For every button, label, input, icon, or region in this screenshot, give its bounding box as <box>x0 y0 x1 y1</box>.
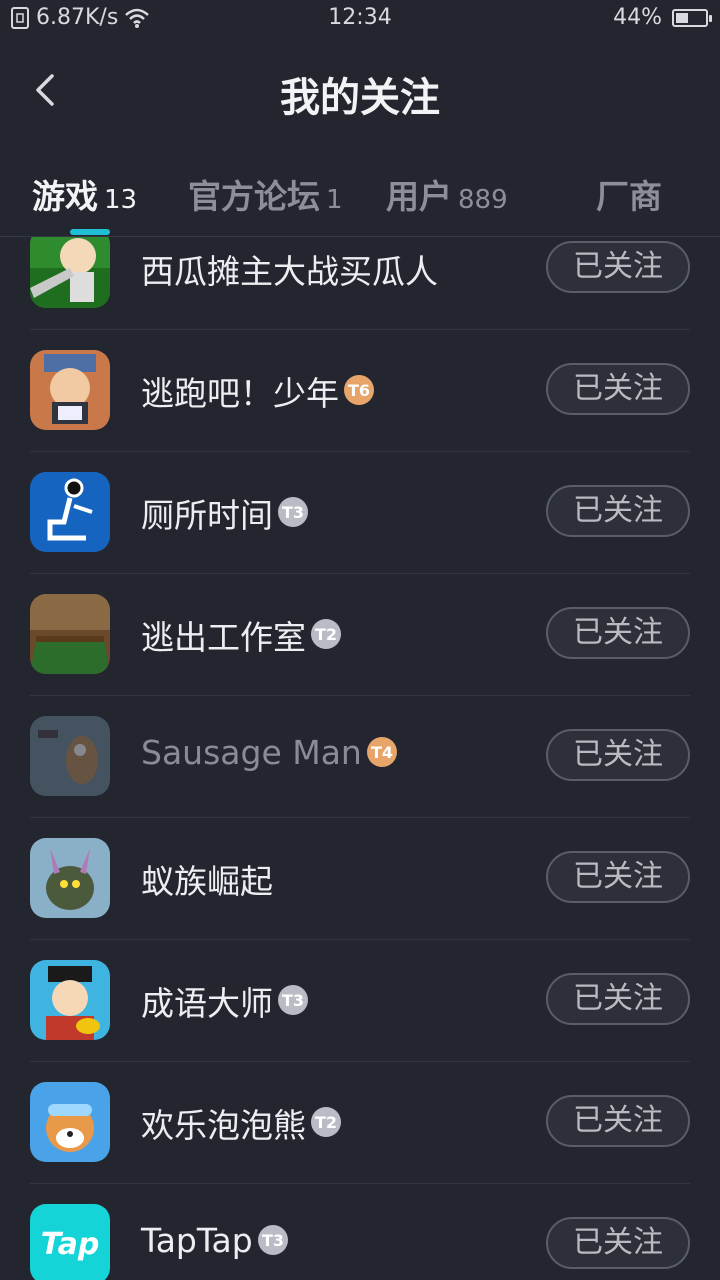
followed-button[interactable]: 已关注 <box>546 851 690 903</box>
level-badge-icon: T4 <box>366 736 400 770</box>
tab-vendors[interactable]: 厂商 <box>596 170 662 218</box>
toilet-time-icon <box>30 472 110 552</box>
game-name-text: 逃出工作室 <box>141 618 306 657</box>
game-name-text: 蚁族崛起 <box>141 862 273 901</box>
escape-boy-icon <box>30 350 110 430</box>
badge-text: T4 <box>371 743 393 762</box>
game-name: 逃跑吧！少年 T6 <box>141 367 377 415</box>
game-name-text: 成语大师 <box>141 984 273 1023</box>
battery-icon <box>672 8 712 27</box>
list-item[interactable]: Tap TapTap T3 已关注 <box>30 1183 690 1280</box>
battery-percent: 44% <box>613 5 662 30</box>
game-name: TapTap T3 <box>141 1221 291 1260</box>
game-name-text: TapTap <box>141 1221 253 1260</box>
tab-label: 厂商 <box>596 177 662 216</box>
idiom-master-icon <box>30 960 110 1040</box>
tab-count: 13 <box>104 185 138 215</box>
level-badge-icon: T3 <box>277 984 311 1018</box>
game-name-text: 欢乐泡泡熊 <box>141 1106 306 1145</box>
followed-button[interactable]: 已关注 <box>546 241 690 293</box>
followed-button[interactable]: 已关注 <box>546 1217 690 1269</box>
tab-official-forum[interactable]: 官方论坛 1 <box>188 170 343 218</box>
watermelon-game-icon <box>30 237 110 308</box>
game-name-text: 西瓜摊主大战买瓜人 <box>141 252 438 291</box>
tab-games[interactable]: 游戏 13 <box>32 170 137 218</box>
badge-text: T6 <box>348 381 370 400</box>
tab-count: 889 <box>458 185 508 215</box>
followed-button[interactable]: 已关注 <box>546 1095 690 1147</box>
game-name: 成语大师 T3 <box>141 977 311 1025</box>
bubble-bear-icon <box>30 1082 110 1162</box>
badge-text: T2 <box>315 1113 337 1132</box>
escape-studio-icon <box>30 594 110 674</box>
clock: 12:34 <box>328 5 392 30</box>
game-name: 欢乐泡泡熊 T2 <box>141 1099 344 1147</box>
status-bar: 6.87K/s 12:34 44% <box>0 0 720 38</box>
list-item[interactable]: 成语大师 T3 已关注 <box>30 939 690 1062</box>
tab-label: 官方论坛 <box>188 177 320 216</box>
sausage-man-icon <box>30 716 110 796</box>
tab-label: 用户 <box>386 177 452 216</box>
tab-users[interactable]: 用户 889 <box>386 170 508 218</box>
badge-text: T2 <box>315 625 337 644</box>
badge-text: T3 <box>282 503 304 522</box>
tab-indicator <box>70 229 110 235</box>
game-name: 西瓜摊主大战买瓜人 <box>141 245 438 293</box>
taptap-logo-text: Tap <box>41 1227 100 1262</box>
level-badge-icon: T3 <box>277 496 311 530</box>
game-name: 厕所时间 T3 <box>141 489 311 537</box>
followed-button[interactable]: 已关注 <box>546 607 690 659</box>
badge-text: T3 <box>282 991 304 1010</box>
list-item[interactable]: 逃跑吧！少年 T6 已关注 <box>30 329 690 452</box>
followed-button[interactable]: 已关注 <box>546 485 690 537</box>
list-item[interactable]: 欢乐泡泡熊 T2 已关注 <box>30 1061 690 1184</box>
followed-button[interactable]: 已关注 <box>546 973 690 1025</box>
header: 我的关注 <box>0 40 720 140</box>
level-badge-icon: T3 <box>257 1224 291 1258</box>
game-name-text: Sausage Man <box>141 733 362 772</box>
list-item[interactable]: 西瓜摊主大战买瓜人 已关注 <box>30 237 690 330</box>
tab-count: 1 <box>326 185 343 215</box>
game-name: Sausage Man T4 <box>141 733 400 772</box>
list-item[interactable]: 厕所时间 T3 已关注 <box>30 451 690 574</box>
tab-label: 游戏 <box>32 177 98 216</box>
level-badge-icon: T2 <box>310 1106 344 1140</box>
taptap-icon: Tap <box>30 1204 110 1280</box>
tab-bar: 游戏 13 官方论坛 1 用户 889 厂商 <box>0 150 720 237</box>
badge-text: T3 <box>262 1231 284 1250</box>
list-item[interactable]: 蚁族崛起 已关注 <box>30 817 690 940</box>
game-name-text: 逃跑吧！少年 <box>141 374 339 413</box>
level-badge-icon: T6 <box>343 374 377 408</box>
followed-button[interactable]: 已关注 <box>546 729 690 781</box>
list-item[interactable]: Sausage Man T4 已关注 <box>30 695 690 818</box>
followed-button[interactable]: 已关注 <box>546 363 690 415</box>
game-name-text: 厕所时间 <box>141 496 273 535</box>
followed-games-list: 西瓜摊主大战买瓜人 已关注 逃跑吧！少年 T6 已关注 厕所时间 T3 已关注 逃出… <box>0 237 720 1280</box>
level-badge-icon: T2 <box>310 618 344 652</box>
ant-rise-icon <box>30 838 110 918</box>
list-item[interactable]: 逃出工作室 T2 已关注 <box>30 573 690 696</box>
page-title: 我的关注 <box>280 75 440 121</box>
game-name: 逃出工作室 T2 <box>141 611 344 659</box>
game-name: 蚁族崛起 <box>141 855 273 903</box>
